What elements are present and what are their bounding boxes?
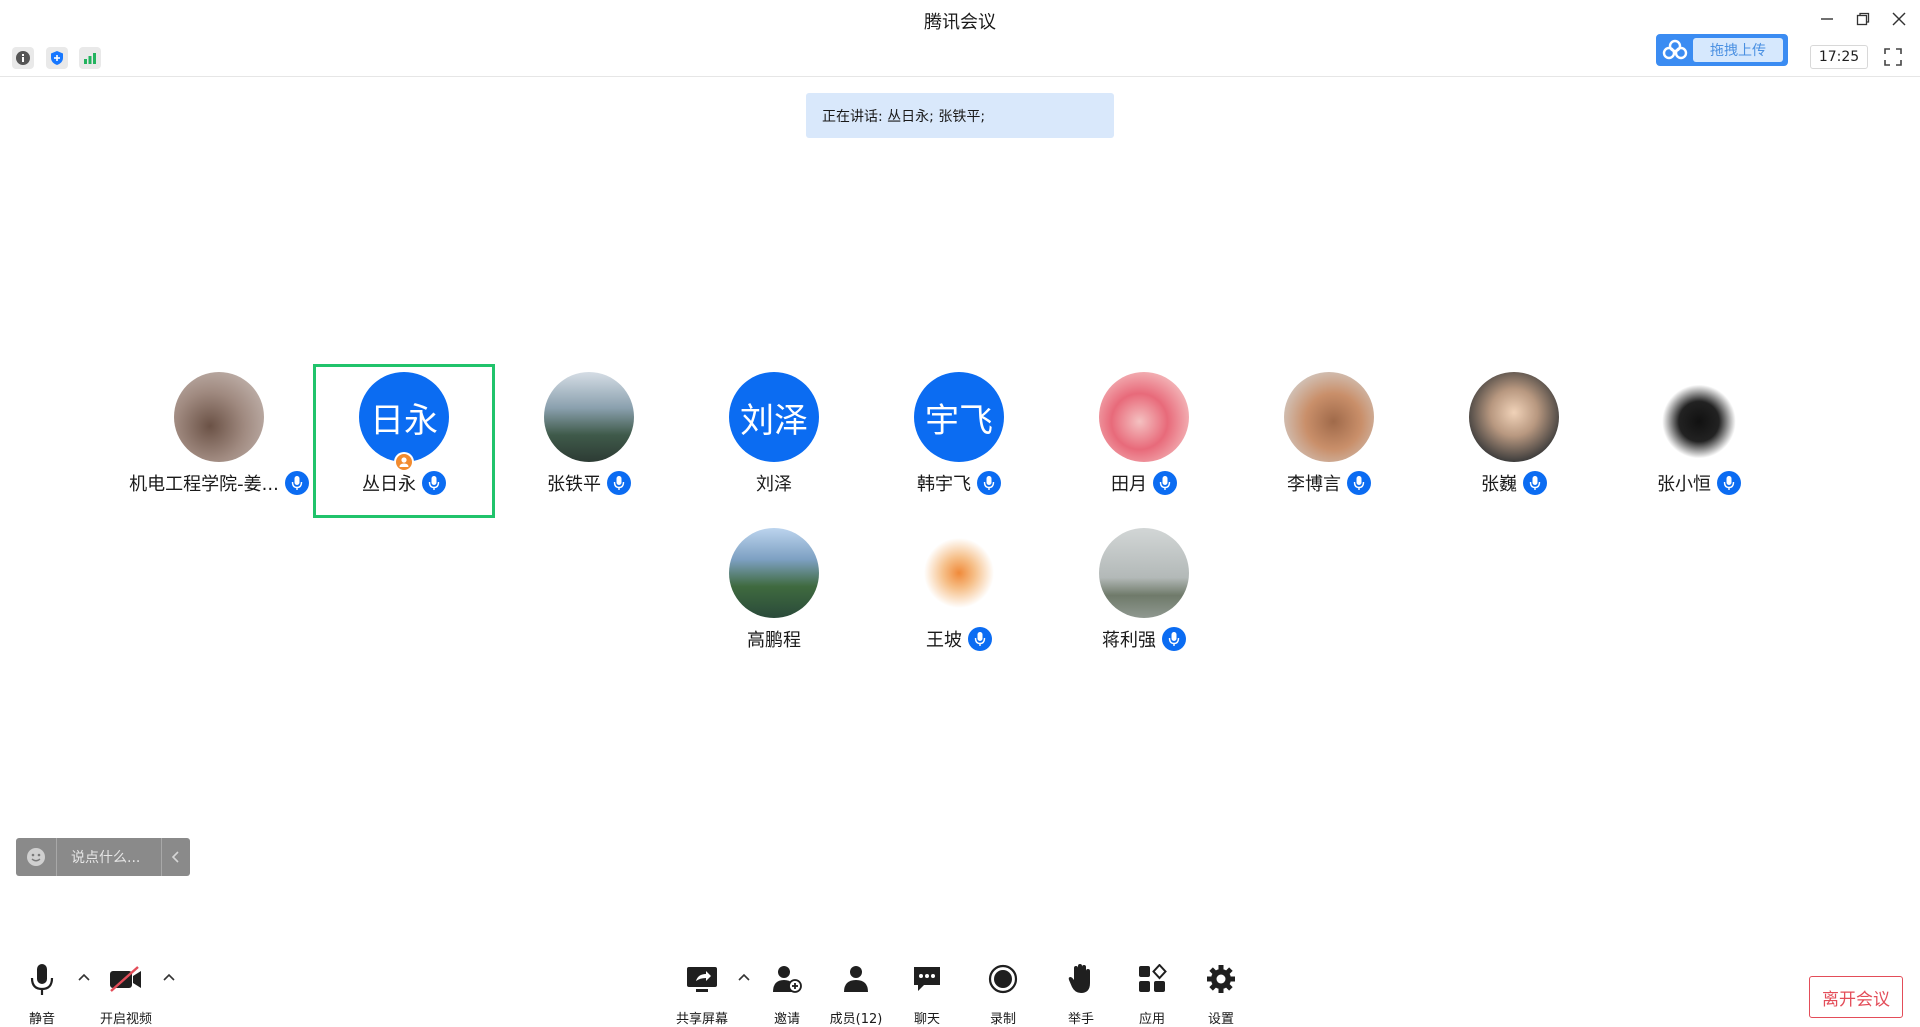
chat-input-placeholder[interactable]: 说点什么...	[57, 847, 161, 867]
camera-off-icon	[91, 962, 161, 996]
minimize-icon[interactable]	[1812, 6, 1842, 32]
avatar	[729, 528, 819, 618]
share-options-chevron-icon[interactable]	[737, 970, 751, 984]
participant-name-row: 李博言	[1239, 470, 1419, 496]
top-toolbar	[0, 38, 1920, 77]
participant-name-row: 张巍	[1424, 470, 1604, 496]
video-options-chevron-icon[interactable]	[162, 970, 176, 984]
avatar	[914, 528, 1004, 618]
participant-tile[interactable]: 宇飞 韩宇飞	[869, 364, 1049, 514]
cloud-icon	[1657, 35, 1693, 65]
participant-name: 蒋利强	[1102, 630, 1156, 651]
start-video-button[interactable]: 开启视频	[91, 960, 161, 1027]
participant-tile[interactable]: 刘泽 刘泽	[684, 364, 864, 514]
avatar	[544, 372, 634, 462]
microphone-icon	[977, 471, 1001, 495]
chevron-left-icon[interactable]	[161, 838, 190, 876]
title-bar: 腾讯会议	[0, 0, 1920, 38]
share-screen-icon	[667, 962, 737, 996]
participant-name-row: 刘泽	[684, 470, 864, 496]
avatar: 宇飞	[914, 372, 1004, 462]
participant-tile[interactable]: 张铁平	[499, 364, 679, 514]
record-button[interactable]: 录制	[968, 960, 1038, 1027]
participant-tile[interactable]: 田月	[1054, 364, 1234, 514]
emoji-icon[interactable]	[16, 838, 57, 876]
participant-name: 韩宇飞	[917, 474, 971, 495]
restore-icon[interactable]	[1848, 6, 1878, 32]
participant-name: 王坡	[926, 630, 962, 651]
info-icon[interactable]	[12, 47, 34, 69]
avatar	[174, 372, 264, 462]
participant-tile[interactable]: 张小恒	[1609, 364, 1789, 514]
participant-tile[interactable]: 蒋利强	[1054, 520, 1234, 670]
members-icon	[821, 962, 891, 996]
leave-meeting-button[interactable]: 离开会议	[1809, 976, 1903, 1018]
share-screen-button[interactable]: 共享屏幕	[667, 960, 737, 1027]
invite-button[interactable]: 邀请	[752, 960, 822, 1027]
fullscreen-icon[interactable]	[1882, 46, 1904, 68]
microphone-icon	[607, 471, 631, 495]
add-user-icon	[752, 962, 822, 996]
avatar	[1469, 372, 1559, 462]
shield-icon[interactable]	[46, 47, 68, 69]
drag-upload-button[interactable]: 拖拽上传	[1656, 34, 1788, 66]
participant-name-row: 张小恒	[1609, 470, 1789, 496]
record-icon	[968, 962, 1038, 996]
participant-name-row: 韩宇飞	[869, 470, 1049, 496]
members-button[interactable]: 成员(12)	[821, 960, 891, 1027]
participant-name: 高鹏程	[747, 630, 801, 651]
participant-name: 田月	[1111, 474, 1147, 495]
participant-name: 李博言	[1287, 474, 1341, 495]
participant-name-row: 张铁平	[499, 470, 679, 496]
participant-tile[interactable]: 机电工程学院-姜...	[129, 364, 309, 514]
participant-name: 刘泽	[756, 474, 792, 495]
microphone-icon	[1153, 471, 1177, 495]
avatar	[1284, 372, 1374, 462]
apps-button[interactable]: 应用	[1117, 960, 1187, 1027]
hand-icon	[1046, 962, 1116, 996]
microphone-icon	[1523, 471, 1547, 495]
bottom-toolbar: 静音 开启视频 共享屏幕 邀请 成员(12) 聊天 录制 举手 应用 设置	[0, 960, 1920, 1027]
gear-icon	[1186, 962, 1256, 996]
participant-name-row: 田月	[1054, 470, 1234, 496]
microphone-icon	[1162, 627, 1186, 651]
participant-name: 张小恒	[1657, 474, 1711, 495]
drag-upload-label: 拖拽上传	[1693, 38, 1783, 62]
participant-tile[interactable]: 高鹏程	[684, 520, 864, 670]
microphone-icon	[968, 627, 992, 651]
participant-name-row: 王坡	[869, 626, 1049, 652]
mute-options-chevron-icon[interactable]	[77, 970, 91, 984]
avatar	[1099, 528, 1189, 618]
microphone-icon	[7, 962, 77, 996]
apps-grid-icon	[1117, 962, 1187, 996]
microphone-icon	[284, 471, 309, 495]
avatar	[1654, 372, 1744, 462]
close-icon[interactable]	[1884, 6, 1914, 32]
participant-name: 机电工程学院-姜...	[129, 474, 279, 495]
avatar	[1099, 372, 1189, 462]
microphone-icon	[1347, 471, 1371, 495]
avatar: 刘泽	[729, 372, 819, 462]
participant-name-row: 蒋利强	[1054, 626, 1234, 652]
participant-name: 张铁平	[547, 474, 601, 495]
chat-bubble-icon	[892, 962, 962, 996]
chat-button[interactable]: 聊天	[892, 960, 962, 1027]
participant-name: 张巍	[1481, 474, 1517, 495]
speaking-banner: 正在讲话: 丛日永; 张铁平;	[806, 93, 1114, 138]
window-title: 腾讯会议	[924, 12, 996, 33]
meeting-clock: 17:25	[1810, 45, 1868, 69]
participant-name-row: 机电工程学院-姜...	[129, 470, 309, 496]
quick-chat-box[interactable]: 说点什么...	[16, 838, 190, 876]
raise-hand-button[interactable]: 举手	[1046, 960, 1116, 1027]
participant-tile[interactable]: 李博言	[1239, 364, 1419, 514]
microphone-icon	[1717, 471, 1741, 495]
mute-button[interactable]: 静音	[7, 960, 77, 1027]
participant-tile[interactable]: 王坡	[869, 520, 1049, 670]
participant-name-row: 高鹏程	[684, 626, 864, 652]
settings-button[interactable]: 设置	[1186, 960, 1256, 1027]
signal-icon[interactable]	[79, 47, 101, 69]
participant-tile[interactable]: 张巍	[1424, 364, 1604, 514]
active-speaker-frame	[313, 364, 495, 518]
